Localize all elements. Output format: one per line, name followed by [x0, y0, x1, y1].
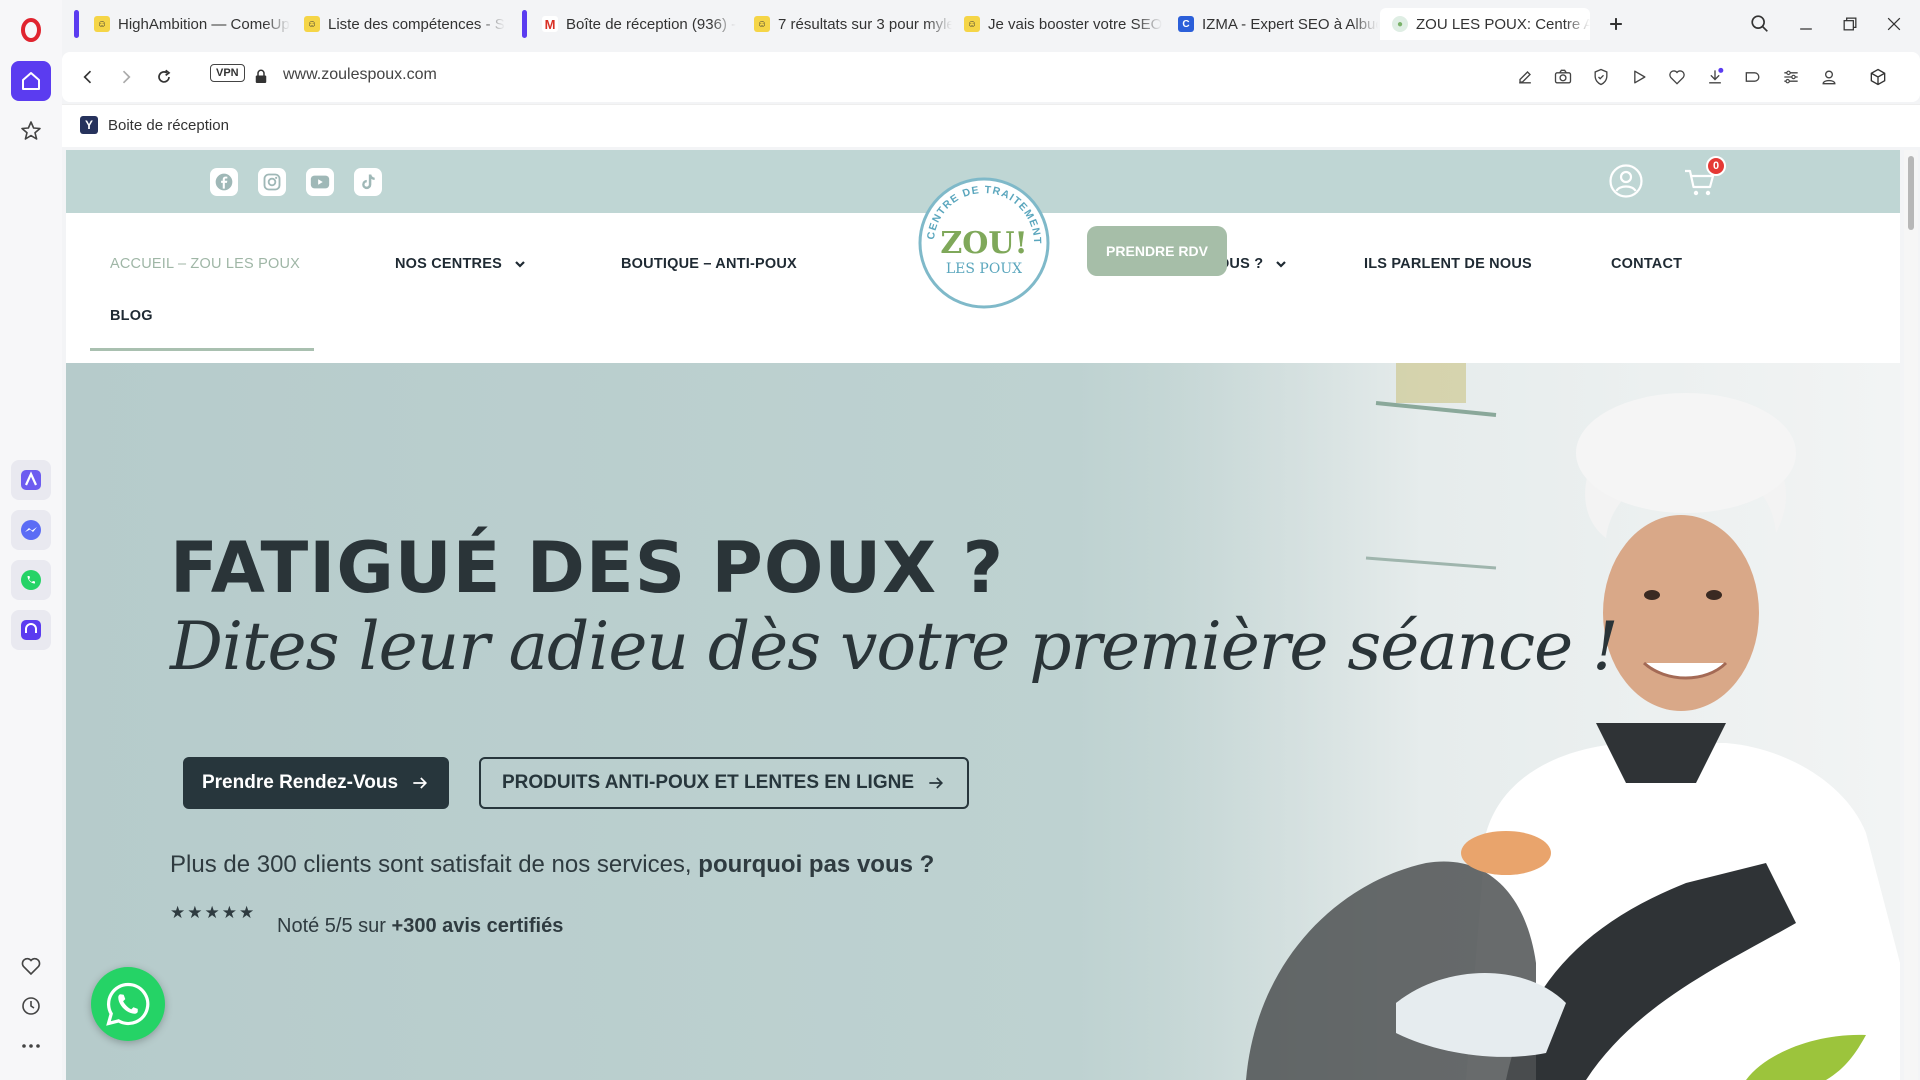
tab-izma[interactable]: C IZMA - Expert SEO à Albuq: [1166, 8, 1378, 40]
lock-icon[interactable]: [249, 65, 273, 89]
profile-icon[interactable]: [1817, 65, 1841, 89]
address-bar: VPN www.zoulespoux.com: [62, 52, 1920, 102]
nav-boutique[interactable]: BOUTIQUE – ANTI-POUX: [621, 256, 797, 272]
satisfaction-main: Plus de 300 clients sont satisfait de no…: [170, 851, 692, 878]
more-icon[interactable]: [11, 1026, 51, 1066]
vpn-badge[interactable]: VPN: [210, 64, 245, 82]
nav-ils-parlent-de-nous[interactable]: ILS PARLENT DE NOUS: [1364, 256, 1532, 272]
tab-island-marker: [74, 10, 79, 38]
favorite-heart-icon[interactable]: [1665, 65, 1689, 89]
arrow-right-icon: [929, 777, 944, 789]
cta-secondary-label: PRODUITS ANTI-POUX ET LENTES EN LIGNE: [501, 772, 915, 793]
active-nav-underline: [90, 348, 314, 351]
tab-island-marker: [522, 10, 527, 38]
nav-nos-centres-label: NOS CENTRES: [395, 256, 502, 272]
comeup-icon: ☺: [304, 16, 320, 32]
heart-icon[interactable]: [11, 946, 51, 986]
url-field[interactable]: www.zoulespoux.com: [283, 66, 437, 84]
page-scrollbar[interactable]: [1904, 150, 1918, 1080]
logo-sub-text: LES POUX: [946, 261, 1022, 277]
whatsapp-chat-button[interactable]: [91, 967, 165, 1041]
nav-blog[interactable]: BLOG: [110, 308, 153, 324]
comeup-icon: ☺: [964, 16, 980, 32]
close-icon[interactable]: [1882, 12, 1906, 36]
shield-icon[interactable]: [1589, 65, 1613, 89]
account-icon[interactable]: [1608, 163, 1644, 199]
bookmark-label: Boite de réception: [108, 116, 229, 134]
whatsapp-sidebar-icon[interactable]: [11, 560, 51, 600]
forward-icon[interactable]: [114, 65, 138, 89]
yahoo-icon: Y: [80, 116, 98, 134]
browser-sidebar: [0, 0, 62, 1080]
instagram-icon[interactable]: [258, 168, 286, 196]
bookmark-inbox[interactable]: Y Boite de réception: [80, 116, 229, 134]
minimize-icon[interactable]: [1794, 12, 1818, 36]
cta-primary-label: Prendre Rendez-Vous: [201, 772, 399, 793]
facebook-icon[interactable]: [210, 168, 238, 196]
tab-gmail[interactable]: M Boîte de réception (936) -: [530, 8, 740, 40]
rating-bold: +300 avis certifiés: [391, 915, 564, 937]
history-icon[interactable]: [11, 986, 51, 1026]
search-tabs-icon[interactable]: [1748, 12, 1772, 36]
produits-en-ligne-button[interactable]: PRODUITS ANTI-POUX ET LENTES EN LIGNE: [479, 757, 969, 809]
camera-icon[interactable]: [1551, 65, 1575, 89]
opera-logo-icon[interactable]: [11, 10, 51, 50]
tab-resultats[interactable]: ☺ 7 résultats sur 3 pour myle: [742, 8, 952, 40]
rating-stars: ★★★★★: [170, 903, 257, 922]
back-icon[interactable]: [76, 65, 100, 89]
satisfaction-bold: pourquoi pas vous ?: [698, 851, 935, 878]
rating-text: Noté 5/5 sur +300 avis certifiés: [277, 915, 563, 938]
zoulespoux-icon: ●: [1392, 16, 1408, 32]
whatsapp-icon: [106, 982, 150, 1026]
music-player-icon[interactable]: [11, 610, 51, 650]
hero-subtitle: Dites leur adieu dès votre première séan…: [170, 608, 1619, 685]
prendre-rdv-button[interactable]: PRENDRE RDV: [1087, 226, 1227, 276]
messenger-icon[interactable]: [11, 510, 51, 550]
chevron-down-icon: [515, 261, 525, 268]
play-icon[interactable]: [1627, 65, 1651, 89]
home-icon[interactable]: [11, 61, 51, 101]
aria-icon[interactable]: [11, 460, 51, 500]
youtube-icon[interactable]: [306, 168, 334, 196]
battery-saver-icon[interactable]: [1741, 65, 1765, 89]
tab-seo-booster[interactable]: ☺ Je vais booster votre SEO: [952, 8, 1162, 40]
tiktok-icon[interactable]: [354, 168, 382, 196]
extensions-cube-icon[interactable]: [1866, 65, 1890, 89]
logo-main-text: ZOU!: [940, 226, 1027, 261]
tab-competences[interactable]: ☺ Liste des compétences - S: [292, 8, 512, 40]
restore-icon[interactable]: [1838, 12, 1862, 36]
prendre-rendez-vous-button[interactable]: Prendre Rendez-Vous: [183, 757, 449, 809]
tab-zoulespoux[interactable]: ● ZOU LES POUX: Centre An: [1380, 8, 1590, 40]
zou-les-poux-logo[interactable]: CENTRE DE TRAITEMENT DES POUX ET DES LEN…: [916, 175, 1052, 311]
nav-nos-centres[interactable]: NOS CENTRES: [395, 256, 526, 272]
comeup-icon: ☺: [94, 16, 110, 32]
izma-icon: C: [1178, 16, 1194, 32]
nav-contact[interactable]: CONTACT: [1611, 256, 1682, 272]
chevron-down-icon: [1276, 261, 1287, 268]
nav-accueil[interactable]: ACCUEIL – ZOU LES POUX: [110, 256, 300, 272]
tab-bar: ☺ HighAmbition — ComeUp ☺ Liste des comp…: [62, 0, 1920, 48]
satisfaction-text: Plus de 300 clients sont satisfait de no…: [170, 851, 934, 879]
reload-icon[interactable]: [152, 65, 176, 89]
scrollbar-thumb[interactable]: [1908, 156, 1914, 230]
arrow-right-icon: [413, 777, 428, 789]
new-tab-icon[interactable]: [1604, 12, 1628, 36]
hero-photo: [1166, 363, 1900, 1080]
comeup-icon: ☺: [754, 16, 770, 32]
gmail-icon: M: [542, 16, 558, 32]
download-icon[interactable]: [1703, 65, 1727, 89]
tab-highambition[interactable]: ☺ HighAmbition — ComeUp: [82, 8, 292, 40]
cart-count-badge: 0: [1706, 156, 1726, 176]
hero-title: FATIGUÉ DES POUX ?: [170, 527, 1005, 609]
hero-section: FATIGUÉ DES POUX ? Dites leur adieu dès …: [66, 363, 1900, 1080]
easy-setup-icon[interactable]: [1779, 65, 1803, 89]
bookmarks-bar: Y Boite de réception: [62, 104, 1920, 147]
rating-main: Noté 5/5 sur: [277, 915, 386, 937]
page-viewport: 0 ACCUEIL – ZOU LES POUX NOS CENTRES BOU…: [66, 150, 1900, 1080]
bookmark-star-icon[interactable]: [11, 111, 51, 151]
edit-icon[interactable]: [1513, 65, 1537, 89]
